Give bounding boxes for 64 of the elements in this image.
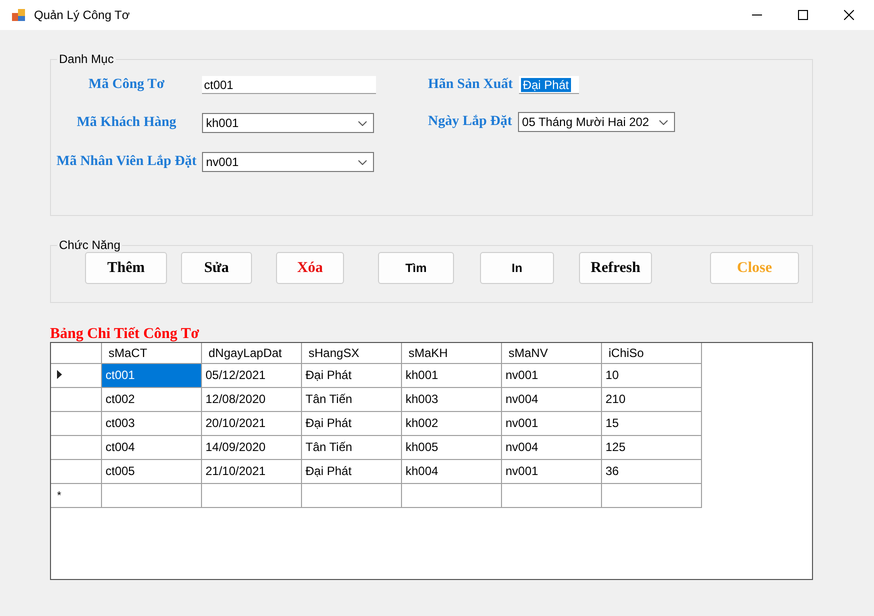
action-button[interactable]: Xóa bbox=[276, 252, 344, 284]
table-cell[interactable]: nv001 bbox=[501, 459, 601, 483]
table-cell[interactable]: Đại Phát bbox=[301, 363, 401, 387]
dropdown-field[interactable]: nv001 bbox=[202, 152, 374, 172]
table-title: Bảng Chi Tiết Công Tơ bbox=[50, 327, 200, 342]
action-button[interactable]: Tìm bbox=[378, 252, 454, 284]
caret-icon bbox=[358, 160, 367, 164]
column-header[interactable]: sMaCT bbox=[101, 343, 201, 363]
field-label: Mã Công Tơ bbox=[88, 77, 166, 93]
group-title: Chức Năng bbox=[58, 238, 122, 252]
current-row-icon bbox=[57, 370, 62, 379]
action-button[interactable]: Thêm bbox=[85, 252, 167, 284]
table-cell[interactable]: 21/10/2021 bbox=[201, 459, 301, 483]
table-cell[interactable]: 10 bbox=[601, 363, 701, 387]
column-header[interactable]: iChiSo bbox=[601, 343, 701, 363]
table-cell[interactable]: ct003 bbox=[101, 411, 201, 435]
new-row-marker: * bbox=[57, 490, 62, 502]
table-cell[interactable]: 14/09/2020 bbox=[201, 435, 301, 459]
app-icon bbox=[12, 8, 26, 22]
table-cell[interactable]: kh001 bbox=[401, 363, 501, 387]
table-cell[interactable]: ct002 bbox=[101, 387, 201, 411]
table-cell[interactable]: 12/08/2020 bbox=[201, 387, 301, 411]
table-cell[interactable]: kh002 bbox=[401, 411, 501, 435]
close-icon[interactable] bbox=[844, 10, 854, 20]
action-button[interactable]: Refresh bbox=[579, 252, 652, 284]
table-cell[interactable]: nv001 bbox=[501, 411, 601, 435]
table-cell[interactable]: 210 bbox=[601, 387, 701, 411]
column-header[interactable]: dNgayLapDat bbox=[201, 343, 301, 363]
window-title: Quản Lý Công Tơ bbox=[34, 8, 130, 22]
table-cell[interactable]: kh004 bbox=[401, 459, 501, 483]
table-cell[interactable]: Đại Phát bbox=[301, 459, 401, 483]
table-cell[interactable]: ct001 bbox=[101, 363, 201, 387]
table-cell[interactable]: Tân Tiến bbox=[301, 387, 401, 411]
action-button[interactable]: In bbox=[480, 252, 554, 284]
field-label: Mã Nhân Viên Lắp Đặt bbox=[55, 154, 198, 170]
field-label: Hãn Sản Xuất bbox=[428, 77, 513, 93]
date-picker[interactable]: 05 Tháng Mười Hai 202 bbox=[518, 112, 676, 132]
table-cell[interactable]: ct004 bbox=[101, 435, 201, 459]
table-cell[interactable]: nv004 bbox=[501, 435, 601, 459]
field-label: Mã Khách Hàng bbox=[76, 115, 178, 131]
table-cell[interactable]: nv004 bbox=[501, 387, 601, 411]
field-label: Ngày Lắp Đặt bbox=[428, 114, 512, 130]
table-cell[interactable]: 20/10/2021 bbox=[201, 411, 301, 435]
caret-icon bbox=[358, 120, 367, 126]
input-field[interactable]: Đại Phát bbox=[518, 76, 579, 94]
maximize-icon[interactable] bbox=[798, 10, 808, 20]
table-cell[interactable]: kh005 bbox=[401, 435, 501, 459]
caret-icon bbox=[659, 120, 668, 124]
table-cell[interactable]: kh003 bbox=[401, 387, 501, 411]
table-cell[interactable]: Đại Phát bbox=[301, 411, 401, 435]
table-cell[interactable]: Tân Tiến bbox=[301, 435, 401, 459]
table-cell[interactable]: nv001 bbox=[501, 363, 601, 387]
group-title: Danh Mục bbox=[58, 52, 115, 66]
table-cell[interactable]: 15 bbox=[601, 411, 701, 435]
dropdown-field[interactable]: kh001 bbox=[202, 113, 374, 133]
table-cell[interactable]: 05/12/2021 bbox=[201, 363, 301, 387]
input-field[interactable]: ct001 bbox=[202, 76, 376, 94]
table-cell[interactable]: 36 bbox=[601, 459, 701, 483]
table-cell[interactable]: ct005 bbox=[101, 459, 201, 483]
column-header[interactable]: sMaNV bbox=[501, 343, 601, 363]
column-header[interactable]: sHangSX bbox=[301, 343, 401, 363]
action-button[interactable]: Sửa bbox=[181, 252, 252, 284]
column-header[interactable]: sMaKH bbox=[401, 343, 501, 363]
table-cell[interactable]: 125 bbox=[601, 435, 701, 459]
